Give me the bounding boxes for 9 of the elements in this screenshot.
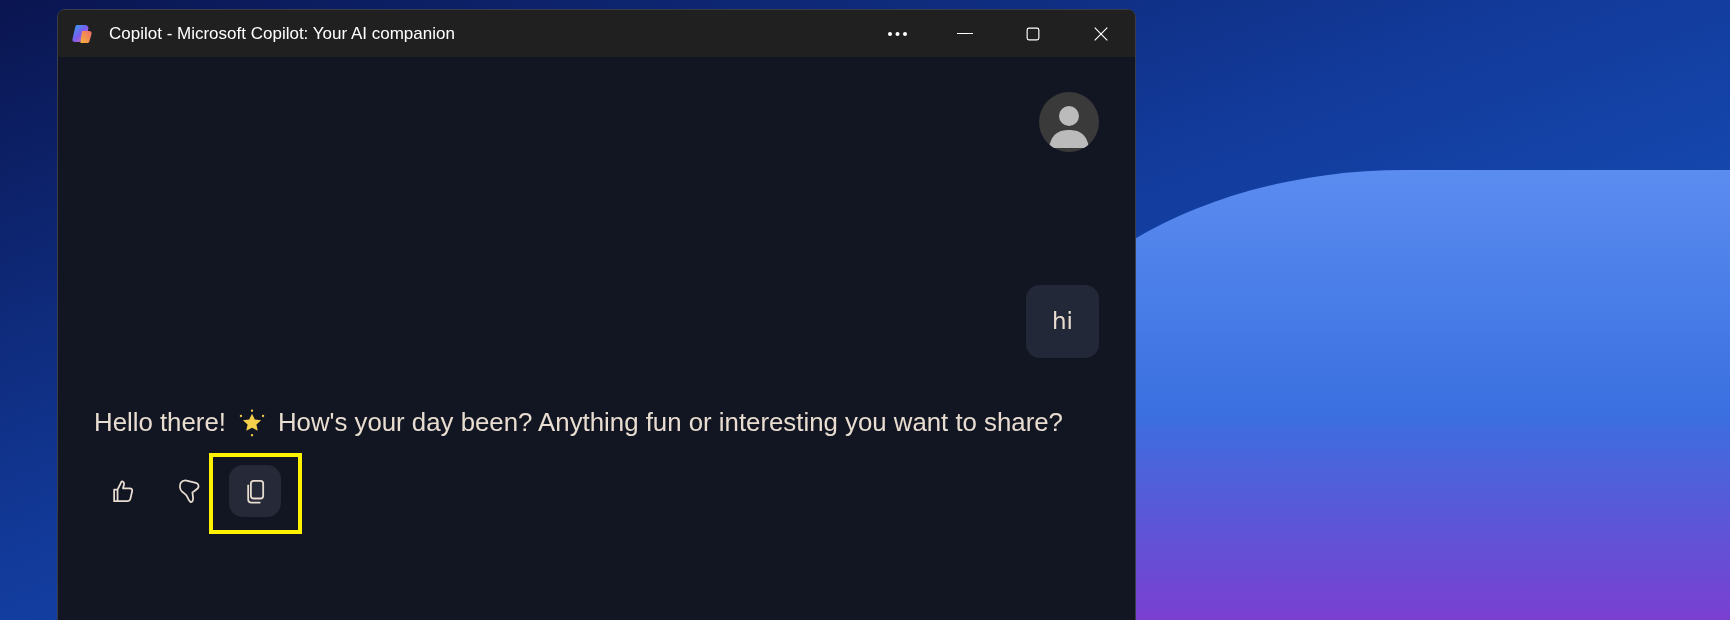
reply-text: How's your day been? Anything fun or interesting you want to share? [277, 408, 1063, 437]
user-message-bubble: hi [1026, 285, 1099, 358]
more-icon [887, 31, 907, 36]
minimize-icon [957, 32, 973, 35]
window-title: Copilot - Microsoft Copilot: Your AI companion [109, 23, 456, 44]
star-icon [237, 408, 266, 437]
user-avatar[interactable] [1039, 92, 1099, 152]
copy-button[interactable] [229, 465, 281, 517]
reply-text: Hello there! [94, 408, 226, 437]
